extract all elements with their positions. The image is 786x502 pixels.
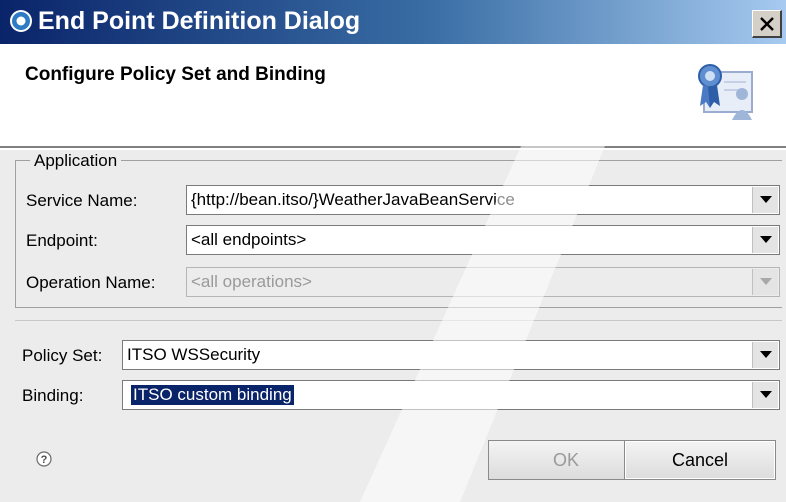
chevron-down-icon	[759, 391, 772, 398]
svg-text:?: ?	[41, 454, 48, 466]
operation-name-combo: <all operations>	[186, 267, 780, 297]
cancel-button[interactable]: Cancel	[624, 440, 776, 480]
endpoint-label: Endpoint:	[26, 231, 98, 250]
binding-dropdown-button[interactable]	[752, 382, 778, 408]
endpoint-value: <all endpoints>	[191, 230, 307, 249]
service-name-label: Service Name:	[26, 191, 138, 210]
ok-button[interactable]: OK	[488, 440, 644, 480]
service-name-value: {http://bean.itso/}WeatherJavaBeanServic…	[191, 190, 515, 209]
policy-set-dropdown-button[interactable]	[752, 342, 778, 368]
application-group-legend: Application	[30, 152, 122, 170]
policy-set-combo[interactable]: ITSO WSSecurity	[122, 340, 780, 370]
operation-name-label: Operation Name:	[26, 273, 156, 292]
operation-name-value: <all operations>	[191, 272, 312, 291]
binding-value: ITSO custom binding	[131, 385, 294, 405]
chevron-down-icon	[759, 351, 772, 358]
service-name-dropdown-button[interactable]	[752, 187, 778, 213]
certificate-user-icon	[698, 64, 753, 120]
chevron-down-icon	[759, 196, 772, 203]
close-button[interactable]	[752, 10, 782, 38]
window-title: End Point Definition Dialog	[38, 7, 361, 35]
dialog-banner: Configure Policy Set and Binding	[0, 44, 786, 148]
banner-title: Configure Policy Set and Binding	[25, 64, 326, 85]
title-bar[interactable]: End Point Definition Dialog	[0, 0, 786, 44]
endpoint-dropdown-button[interactable]	[752, 227, 778, 253]
chevron-down-icon	[759, 278, 772, 285]
service-name-combo[interactable]: {http://bean.itso/}WeatherJavaBeanServic…	[186, 185, 780, 215]
binding-label: Binding:	[22, 386, 84, 405]
chevron-down-icon	[759, 236, 772, 243]
policy-set-value: ITSO WSSecurity	[127, 345, 261, 364]
eclipse-icon	[10, 10, 32, 32]
policy-set-label: Policy Set:	[22, 346, 103, 365]
endpoint-combo[interactable]: <all endpoints>	[186, 225, 780, 255]
help-icon[interactable]: ?	[36, 451, 52, 467]
close-icon	[759, 16, 774, 31]
operation-name-dropdown-button	[752, 269, 778, 295]
binding-combo[interactable]: ITSO custom binding	[122, 380, 780, 410]
section-separator	[15, 320, 782, 321]
